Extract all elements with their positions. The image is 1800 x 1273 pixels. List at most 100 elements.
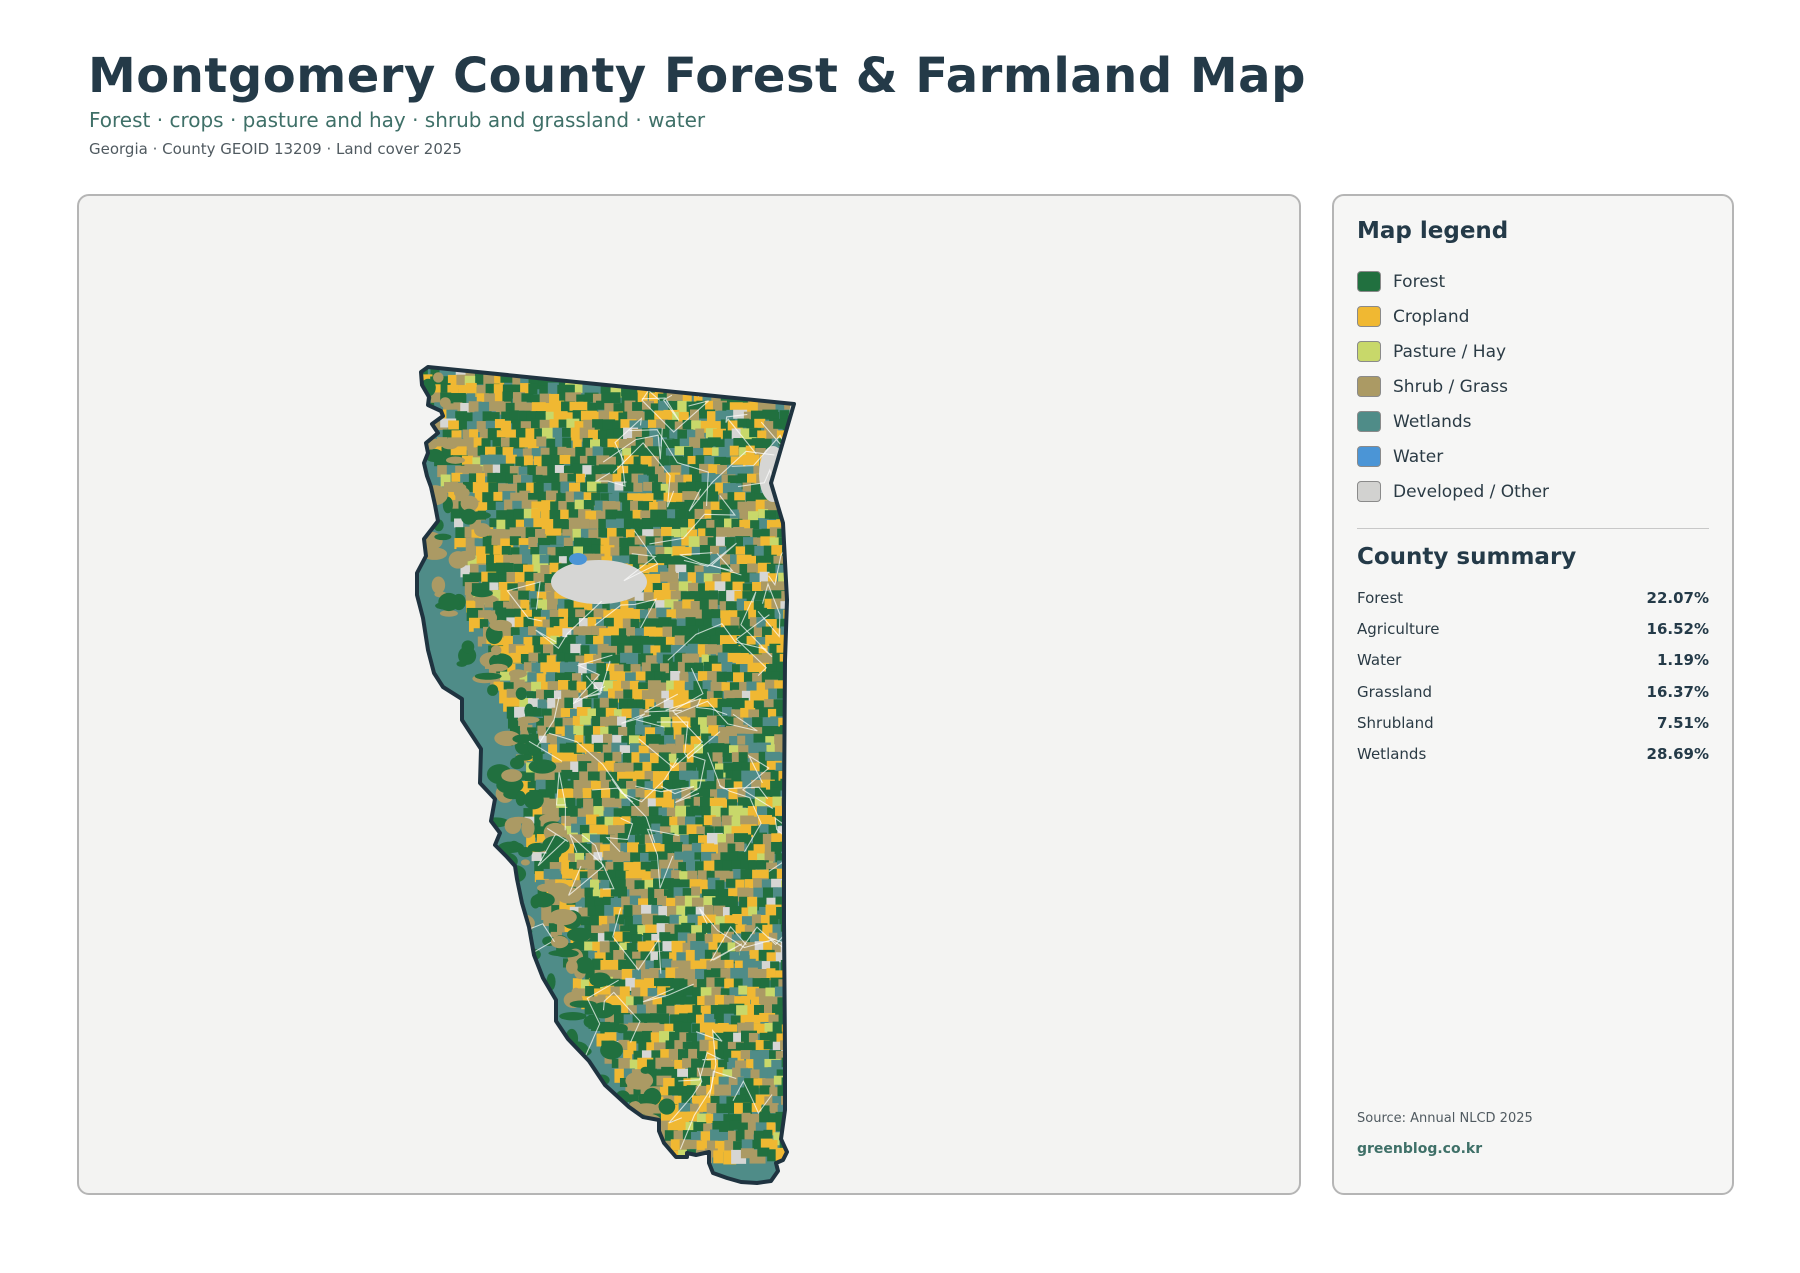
land-cover-cell bbox=[717, 384, 732, 395]
land-cover-cell bbox=[673, 680, 685, 691]
land-cover-cell bbox=[784, 511, 794, 525]
land-cover-cell bbox=[718, 1131, 729, 1141]
land-cover-cell bbox=[785, 1086, 794, 1098]
land-cover-cell bbox=[573, 367, 589, 374]
land-cover-cell bbox=[787, 770, 794, 785]
forest-patch bbox=[453, 487, 470, 499]
land-cover-cell bbox=[527, 465, 538, 476]
land-cover-cell bbox=[795, 662, 809, 674]
land-cover-cell bbox=[610, 392, 621, 405]
land-cover-cell bbox=[787, 428, 794, 443]
land-cover-cell bbox=[786, 527, 794, 541]
forest-patch bbox=[520, 859, 530, 866]
land-cover-cell bbox=[792, 754, 794, 764]
land-cover-cell bbox=[525, 580, 535, 592]
land-cover-cell bbox=[589, 915, 600, 927]
forest-patch bbox=[438, 592, 460, 612]
side-panel: Map legend Forest Cropland Pasture / Hay… bbox=[1332, 194, 1734, 1195]
land-cover-cell bbox=[528, 383, 538, 395]
land-cover-cell bbox=[795, 997, 808, 1010]
land-cover-cell bbox=[690, 374, 703, 388]
county-map[interactable] bbox=[79, 196, 1301, 1195]
land-cover-cell bbox=[790, 1006, 794, 1016]
legend-swatch bbox=[1357, 481, 1381, 502]
land-cover-cell bbox=[769, 1103, 779, 1114]
land-cover-cell bbox=[548, 744, 558, 754]
land-cover-cell bbox=[786, 1050, 794, 1063]
land-cover-cell bbox=[712, 933, 725, 943]
forest-patch bbox=[487, 663, 508, 672]
land-cover-cell bbox=[633, 482, 643, 492]
land-cover-cell bbox=[788, 977, 794, 992]
land-cover-cell bbox=[793, 817, 794, 828]
forest-patch bbox=[548, 909, 577, 926]
land-cover-cell bbox=[482, 411, 492, 423]
land-cover-cell bbox=[764, 851, 775, 862]
land-cover-cell bbox=[790, 925, 794, 940]
forest-patch bbox=[536, 883, 555, 892]
forest-patch bbox=[474, 672, 502, 680]
land-cover-cell bbox=[788, 1102, 794, 1113]
credit-link[interactable]: greenblog.co.kr bbox=[1357, 1141, 1482, 1157]
land-cover-cell bbox=[519, 437, 530, 448]
land-cover-cell bbox=[764, 510, 777, 520]
land-cover-cell bbox=[800, 376, 814, 388]
land-cover-cell bbox=[505, 454, 517, 464]
land-cover-cell bbox=[790, 986, 794, 997]
land-cover-cell bbox=[790, 439, 794, 449]
land-cover-cell bbox=[599, 367, 609, 381]
land-cover-cell bbox=[795, 691, 808, 701]
land-cover-cell bbox=[790, 745, 794, 760]
forest-patch bbox=[490, 645, 502, 656]
land-cover-cell bbox=[746, 382, 761, 392]
legend-label: Cropland bbox=[1393, 306, 1470, 327]
land-cover-cell bbox=[786, 907, 794, 918]
legend-item-pasture: Pasture / Hay bbox=[1357, 334, 1549, 369]
forest-patch bbox=[508, 840, 520, 850]
land-cover-cell bbox=[789, 492, 794, 502]
land-cover-cell bbox=[786, 761, 794, 776]
map-panel[interactable]: N bbox=[77, 194, 1301, 1195]
land-cover-cell bbox=[787, 466, 794, 479]
legend-swatch bbox=[1357, 341, 1381, 362]
forest-patch bbox=[433, 372, 444, 383]
land-cover-cell bbox=[627, 842, 640, 854]
forest-patch bbox=[571, 987, 581, 997]
land-cover-cell bbox=[786, 1066, 794, 1079]
land-cover-cell bbox=[568, 517, 581, 531]
legend-item-water: Water bbox=[1357, 439, 1549, 474]
land-cover-cell bbox=[738, 985, 748, 995]
land-cover-cell bbox=[653, 367, 666, 377]
land-cover-cell bbox=[797, 942, 811, 955]
land-cover-cell bbox=[795, 619, 806, 628]
land-cover-cell bbox=[737, 473, 749, 484]
land-cover-cell bbox=[763, 384, 780, 394]
land-cover-cell bbox=[559, 454, 571, 464]
land-cover-cell bbox=[603, 850, 614, 860]
land-cover-cell bbox=[719, 375, 734, 386]
forest-patch bbox=[417, 460, 424, 481]
land-cover-cell bbox=[792, 501, 794, 513]
land-cover-cell bbox=[734, 367, 748, 379]
land-cover-cell bbox=[680, 376, 690, 386]
forest-patch bbox=[517, 716, 540, 724]
land-cover-cell bbox=[796, 455, 812, 469]
summary-table: Forest 22.07% Agriculture 16.52% Water 1… bbox=[1357, 582, 1709, 770]
legend-label: Pasture / Hay bbox=[1393, 341, 1507, 362]
land-cover-cell bbox=[669, 995, 681, 1005]
land-cover-cell bbox=[769, 915, 779, 925]
land-cover-cell bbox=[607, 367, 620, 377]
forest-patch bbox=[536, 759, 555, 771]
land-cover-cell bbox=[750, 520, 760, 530]
land-cover-cell bbox=[458, 420, 468, 431]
land-cover-cell bbox=[772, 475, 788, 487]
land-cover-cell bbox=[420, 409, 435, 423]
land-cover-cell bbox=[706, 367, 721, 378]
land-cover-cell bbox=[627, 367, 644, 376]
legend-swatch bbox=[1357, 271, 1381, 292]
land-cover-cell bbox=[742, 528, 754, 538]
land-cover-cell bbox=[773, 382, 789, 394]
land-cover-cell bbox=[596, 483, 609, 493]
land-cover-cell bbox=[799, 537, 811, 550]
land-cover-cell bbox=[751, 367, 765, 376]
